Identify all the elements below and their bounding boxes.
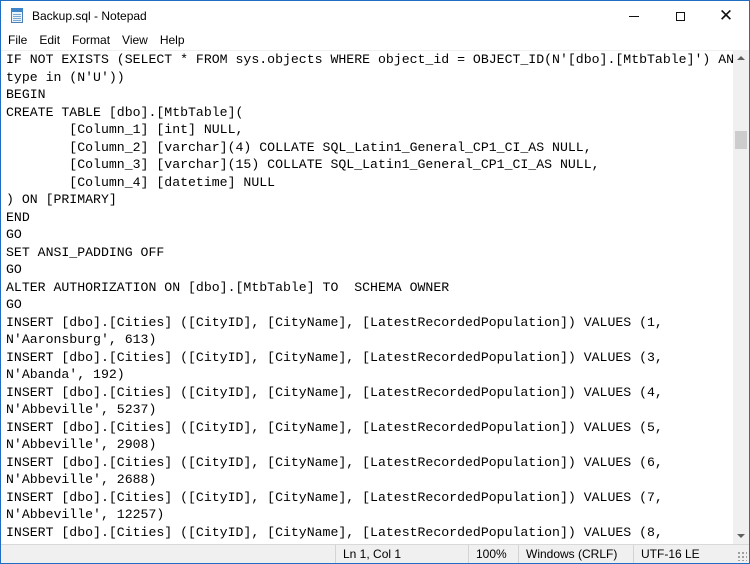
notepad-window: Backup.sql - Notepad ✕ File Edit Format … [0,0,750,564]
minimize-icon [629,15,639,17]
menu-view[interactable]: View [116,31,154,50]
code-line: [Column_2] [varchar](4) COLLATE SQL_Lati… [6,139,592,155]
scroll-down-button[interactable] [733,528,749,544]
cursor-position: Ln 1, Col 1 [335,545,468,563]
code-line: GO [6,227,22,242]
menu-help[interactable]: Help [154,31,191,50]
code-line: INSERT [dbo].[Cities] ([CityID], [CityNa… [6,384,663,400]
code-line: GO [6,262,22,277]
maximize-icon [675,11,685,21]
menu-edit[interactable]: Edit [33,31,66,50]
window-title: Backup.sql - Notepad [32,9,147,23]
code-line: INSERT [dbo].[Cities] ([CityID], [CityNa… [6,419,663,435]
code-line: N'Abbeville', 5237) [6,402,157,417]
code-line: ALTER AUTHORIZATION ON [dbo].[MtbTable] … [6,279,450,295]
chevron-up-icon [737,56,745,60]
scrollbar-thumb[interactable] [735,131,747,149]
title-bar[interactable]: Backup.sql - Notepad ✕ [1,1,749,31]
code-line: INSERT [dbo].[Cities] ([CityID], [CityNa… [6,524,663,540]
code-line: type in (N'U')) [6,69,125,85]
close-button[interactable]: ✕ [703,1,749,31]
code-line: N'Aaronsburg', 613) [6,332,157,347]
minimize-button[interactable] [611,1,657,31]
text-editor[interactable]: IF NOT EXISTS (SELECT * FROM sys.objects… [1,50,733,545]
editor-text[interactable]: IF NOT EXISTS (SELECT * FROM sys.objects… [1,51,733,541]
status-bar: Ln 1, Col 1 100% Windows (CRLF) UTF-16 L… [1,544,749,563]
close-icon: ✕ [718,5,734,26]
zoom-level: 100% [468,545,518,563]
code-line: N'Abbeville', 2908) [6,437,157,452]
code-line: CREATE TABLE [dbo].[MtbTable]( [6,104,244,120]
resize-grip-icon[interactable] [737,551,747,561]
code-line: [Column_3] [varchar](15) COLLATE SQL_Lat… [6,157,600,172]
code-line: [Column_4] [datetime] NULL [6,174,276,190]
notepad-icon[interactable] [9,8,25,24]
code-line: IF NOT EXISTS (SELECT * FROM sys.objects… [6,52,733,67]
code-line: INSERT [dbo].[Cities] ([CityID], [CityNa… [6,314,663,330]
code-line: GO [6,297,22,312]
maximize-button[interactable] [657,1,703,31]
code-line: N'Abbeville', 12257) [6,507,165,522]
menu-file[interactable]: File [1,31,33,50]
menu-bar: File Edit Format View Help [1,31,749,50]
code-line: N'Abanda', 192) [6,367,125,382]
code-line: BEGIN [6,87,46,102]
code-line: N'Abbeville', 2688) [6,472,157,487]
vertical-scrollbar[interactable] [733,50,749,544]
code-line: INSERT [dbo].[Cities] ([CityID], [CityNa… [6,454,663,470]
menu-format[interactable]: Format [66,31,116,50]
line-ending: Windows (CRLF) [518,545,633,563]
code-line: SET ANSI_PADDING OFF [6,244,165,260]
chevron-down-icon [737,534,745,538]
code-line: [Column_1] [int] NULL, [6,122,244,137]
scroll-up-button[interactable] [733,50,749,66]
code-line: ) ON [PRIMARY] [6,192,117,207]
caption-buttons: ✕ [611,1,749,31]
encoding: UTF-16 LE [633,545,733,563]
code-line: INSERT [dbo].[Cities] ([CityID], [CityNa… [6,489,663,505]
code-line: INSERT [dbo].[Cities] ([CityID], [CityNa… [6,349,663,365]
code-line: END [6,209,30,225]
